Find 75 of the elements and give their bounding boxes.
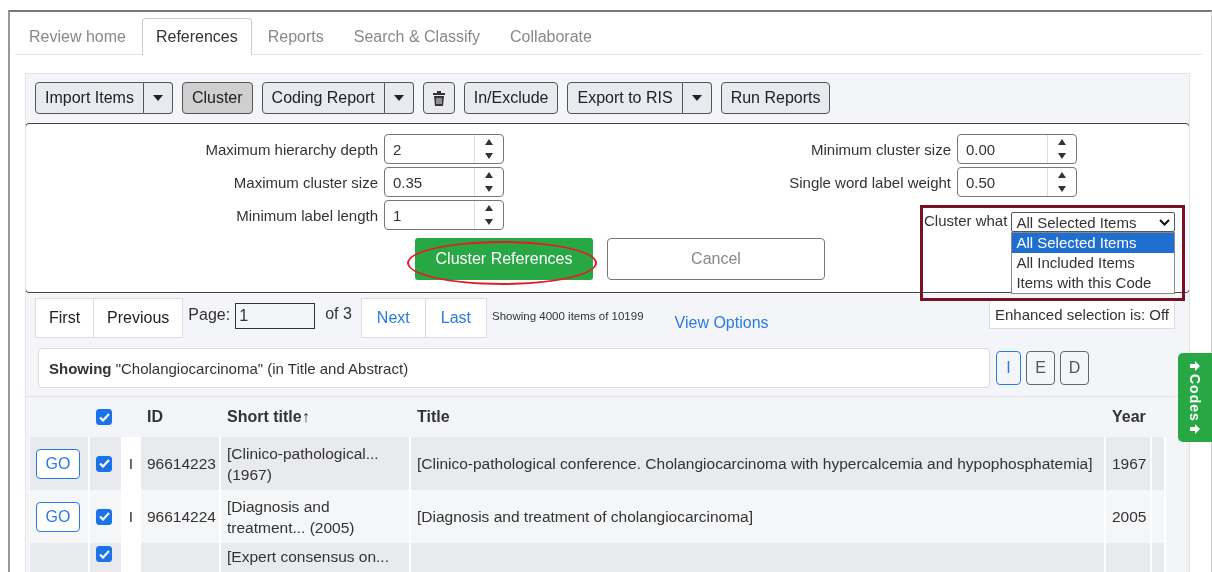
column-header[interactable]: Year — [1112, 408, 1146, 426]
page-label: Page: — [188, 306, 231, 324]
status-cell: I — [123, 437, 141, 490]
dropdown-option[interactable]: All Included Items — [1012, 253, 1175, 273]
status-cell: I — [123, 490, 141, 543]
number-field[interactable]: 2 — [384, 134, 504, 164]
table-cell-text: [Diagnosis and treatment... (2005) — [227, 496, 356, 538]
spinner-arrows-icon — [1057, 171, 1067, 193]
tab[interactable]: Search & Classify — [339, 18, 495, 54]
field-label: Maximum cluster size — [232, 173, 378, 191]
dropdown-option[interactable]: All Selected Items — [1012, 233, 1175, 253]
column-header[interactable]: ID — [147, 408, 163, 426]
checkbox[interactable] — [96, 409, 112, 425]
go-button[interactable]: GO — [36, 501, 80, 532]
checkbox[interactable] — [96, 546, 112, 562]
spinner-arrows-icon — [484, 171, 494, 193]
toolbar-button[interactable]: Import Items — [35, 82, 144, 114]
tab[interactable]: Review home — [15, 18, 140, 54]
dropdown-toggle[interactable] — [384, 82, 414, 114]
toolbar-button[interactable]: Cluster — [181, 82, 253, 114]
caret-icon — [691, 95, 702, 101]
cancel-button[interactable]: Cancel — [607, 238, 825, 280]
toolbar-button[interactable]: In/Exclude — [463, 82, 559, 114]
filter-toggle[interactable]: E — [1026, 351, 1055, 385]
delete-button[interactable] — [422, 82, 455, 114]
table-cell-text: 2005 — [1112, 507, 1147, 527]
field-label: Cluster what — [924, 212, 1008, 229]
number-field[interactable]: 1 — [384, 200, 504, 230]
enhanced-selection-status: Enhanced selection is: Off — [989, 300, 1175, 329]
trash-icon — [432, 90, 445, 106]
arrow-icon — [1190, 424, 1200, 435]
chevron-icon — [1159, 218, 1171, 226]
select-field[interactable]: All Selected Items — [1011, 212, 1176, 232]
toolbar-button[interactable]: Export to RIS — [567, 82, 683, 114]
tab[interactable]: Collaborate — [496, 18, 606, 54]
filter-toggle[interactable]: I — [996, 351, 1021, 385]
field-label: Minimum cluster size — [809, 140, 951, 158]
arrow-icon — [1190, 360, 1200, 371]
table-cell-text: [Diagnosis and treatment of cholangiocarcinoma] — [417, 507, 754, 527]
page-field[interactable]: 1 — [235, 303, 316, 329]
spinner-arrows-icon — [484, 138, 494, 160]
dropdown-toggle[interactable] — [143, 82, 173, 114]
filter-toggle[interactable]: D — [1060, 351, 1089, 385]
table-cell-text: 1967 — [1112, 454, 1147, 474]
spinner-arrows-icon — [484, 204, 494, 226]
table-row[interactable]: [Expert consensus on... — [30, 543, 1164, 572]
caret-icon — [152, 95, 163, 101]
dropdown-toggle[interactable] — [682, 82, 712, 114]
page-count: of 3 — [325, 305, 352, 323]
column-header[interactable]: Title — [417, 408, 450, 426]
table-cell-text: [Clinico-pathological... (1967) — [227, 443, 380, 485]
field-label: Maximum hierarchy depth — [204, 140, 378, 158]
field-label: Single word label weight — [788, 173, 951, 191]
spinner-arrows-icon — [1057, 138, 1067, 160]
dropdown-option[interactable]: Items with this Code — [1012, 273, 1175, 293]
go-button[interactable]: GO — [36, 448, 80, 479]
field-label: Minimum label length — [235, 206, 378, 224]
tab[interactable]: References — [141, 18, 252, 55]
table-cell-text: [Clinico-pathological conference. Cholangiocarcinoma with hypercalcemia and hypophosphatemia] — [417, 454, 1093, 474]
table-cell-text: 96614223 — [147, 454, 216, 474]
number-field[interactable]: 0.00 — [957, 134, 1077, 164]
toolbar-button[interactable]: Run Reports — [720, 82, 831, 114]
toolbar-button[interactable]: Coding Report — [261, 82, 385, 114]
number-field[interactable]: 0.50 — [957, 167, 1077, 197]
column-header[interactable]: Short title↑ — [227, 408, 310, 426]
filter-description: Showing "Cholangiocarcinoma" (in Title and Abstract) — [49, 359, 409, 377]
tab[interactable]: Reports — [253, 18, 338, 54]
checkbox[interactable] — [96, 455, 112, 472]
number-field[interactable]: 0.35 — [384, 167, 504, 197]
view-options-link[interactable]: View Options — [674, 314, 769, 332]
item-count: Showing 4000 items of 10199 — [492, 310, 644, 322]
table-cell-text: [Expert consensus on... — [227, 547, 389, 567]
table-cell-text: 96614224 — [147, 507, 216, 527]
caret-icon — [393, 95, 404, 101]
checkbox[interactable] — [96, 508, 112, 525]
